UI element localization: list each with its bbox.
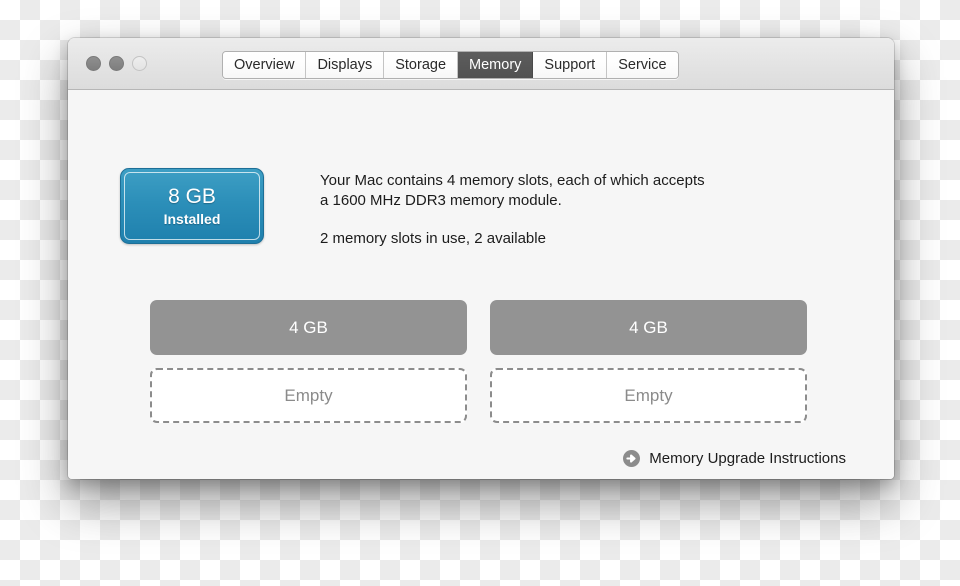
memory-slot-summary: 2 memory slots in use, 2 available [320,229,546,247]
tab-storage[interactable]: Storage [384,52,459,78]
memory-panel: 8 GB Installed Your Mac contains 4 memor… [68,90,894,479]
description-line-2: a 1600 MHz DDR3 memory module. [320,191,562,209]
memory-slot: 4 GB [150,300,467,355]
tab-service[interactable]: Service [607,52,678,78]
window-titlebar: Overview Displays Storage Memory Support… [68,38,894,90]
about-this-mac-window: Overview Displays Storage Memory Support… [68,38,894,479]
minimize-button[interactable] [109,56,124,71]
badge-size-label: 8 GB [168,185,216,208]
description-line-1: Your Mac contains 4 memory slots, each o… [320,172,705,189]
memory-slot: 4 GB [490,300,807,355]
tab-bar: Overview Displays Storage Memory Support… [222,51,679,79]
badge-state-label: Installed [163,211,221,227]
installed-memory-badge: 8 GB Installed [120,168,264,244]
footer-link-label: Memory Upgrade Instructions [649,450,846,467]
zoom-button[interactable] [132,56,147,71]
memory-slot-grid: 4 GB 4 GB Empty Empty [150,300,810,423]
tab-memory[interactable]: Memory [458,52,534,78]
tab-support[interactable]: Support [533,52,608,78]
tab-overview[interactable]: Overview [223,52,307,78]
tab-displays[interactable]: Displays [306,52,385,78]
memory-slot: Empty [490,368,807,423]
window-controls [86,56,147,71]
arrow-right-circle-icon [623,450,641,467]
memory-upgrade-instructions-link[interactable]: Memory Upgrade Instructions [623,450,846,467]
memory-slot: Empty [150,368,467,423]
close-button[interactable] [86,56,101,71]
memory-description: Your Mac contains 4 memory slots, each o… [320,171,790,249]
screenshot-canvas: Overview Displays Storage Memory Support… [0,0,960,586]
